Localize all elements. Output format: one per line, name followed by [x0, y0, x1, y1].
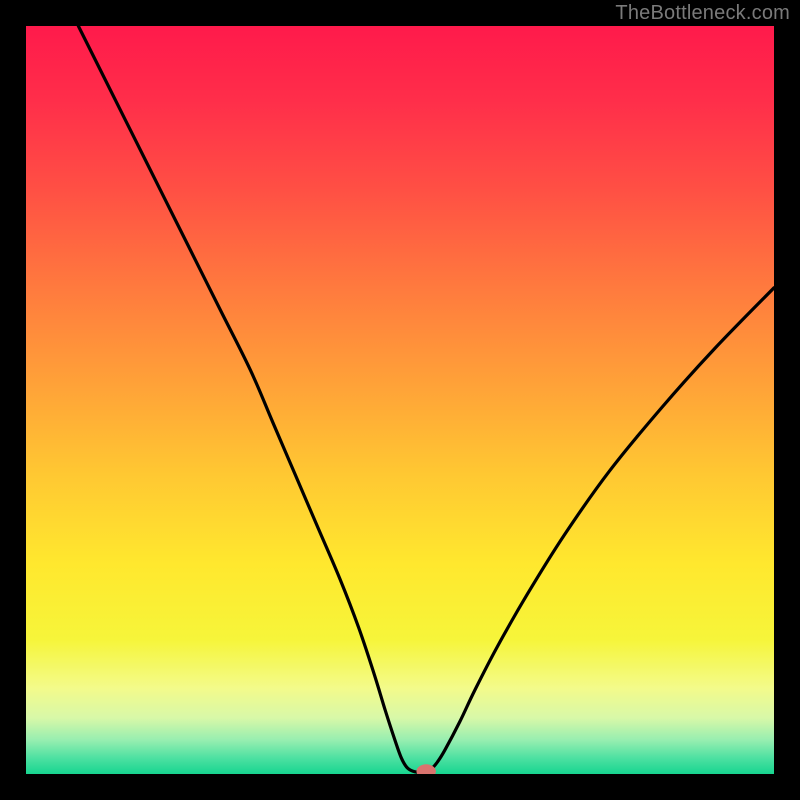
chart-frame: TheBottleneck.com — [0, 0, 800, 800]
plot-area — [26, 26, 774, 774]
watermark-text: TheBottleneck.com — [615, 2, 790, 25]
chart-svg — [26, 26, 774, 774]
gradient-background — [26, 26, 774, 774]
